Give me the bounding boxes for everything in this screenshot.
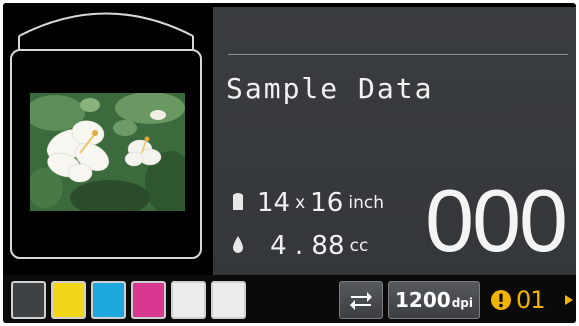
hibiscus-photo — [30, 93, 185, 211]
job-info-panel: Sample Data 14 x 16 inch 4 . 88 cc 000 — [213, 7, 576, 275]
alert-indicator[interactable]: 01 — [490, 285, 546, 315]
ink-slot-magenta[interactable] — [131, 281, 166, 319]
triangle-right-icon[interactable] — [564, 294, 574, 306]
ink-slot-white-1[interactable] — [171, 281, 206, 319]
ink-usage-row: 4 . 88 cc — [231, 231, 368, 261]
ink-slot-yellow[interactable] — [51, 281, 86, 319]
print-size-row: 14 x 16 inch — [231, 188, 384, 218]
ink-slot-cyan[interactable] — [91, 281, 126, 319]
swap-arrows-icon — [350, 292, 372, 310]
size-separator: x — [295, 193, 306, 213]
platen-panel — [3, 3, 213, 273]
ink-slot-white-2[interactable] — [211, 281, 246, 319]
status-bar: 1200 dpi 01 — [3, 275, 576, 323]
print-image-preview[interactable] — [30, 93, 185, 211]
ink-drop-icon — [231, 234, 245, 258]
print-counter: 000 — [425, 171, 568, 270]
alert-count: 01 — [516, 286, 546, 314]
job-title: Sample Data — [226, 72, 434, 105]
size-width: 14 — [257, 188, 291, 218]
size-height: 16 — [310, 188, 344, 218]
ink-slot-black[interactable] — [11, 281, 46, 319]
shirt-size-icon — [231, 191, 245, 215]
divider — [228, 54, 568, 55]
resolution-button[interactable]: 1200 dpi — [388, 281, 480, 319]
size-unit: inch — [348, 193, 384, 213]
resolution-value: 1200 — [395, 288, 451, 312]
printer-screen: Sample Data 14 x 16 inch 4 . 88 cc 000 1… — [3, 3, 576, 323]
resolution-unit: dpi — [451, 296, 473, 310]
swap-button[interactable] — [339, 281, 383, 319]
ink-amount: 4 . 88 — [270, 231, 345, 261]
exclamation-circle-icon — [491, 290, 511, 310]
ink-unit: cc — [349, 236, 369, 256]
